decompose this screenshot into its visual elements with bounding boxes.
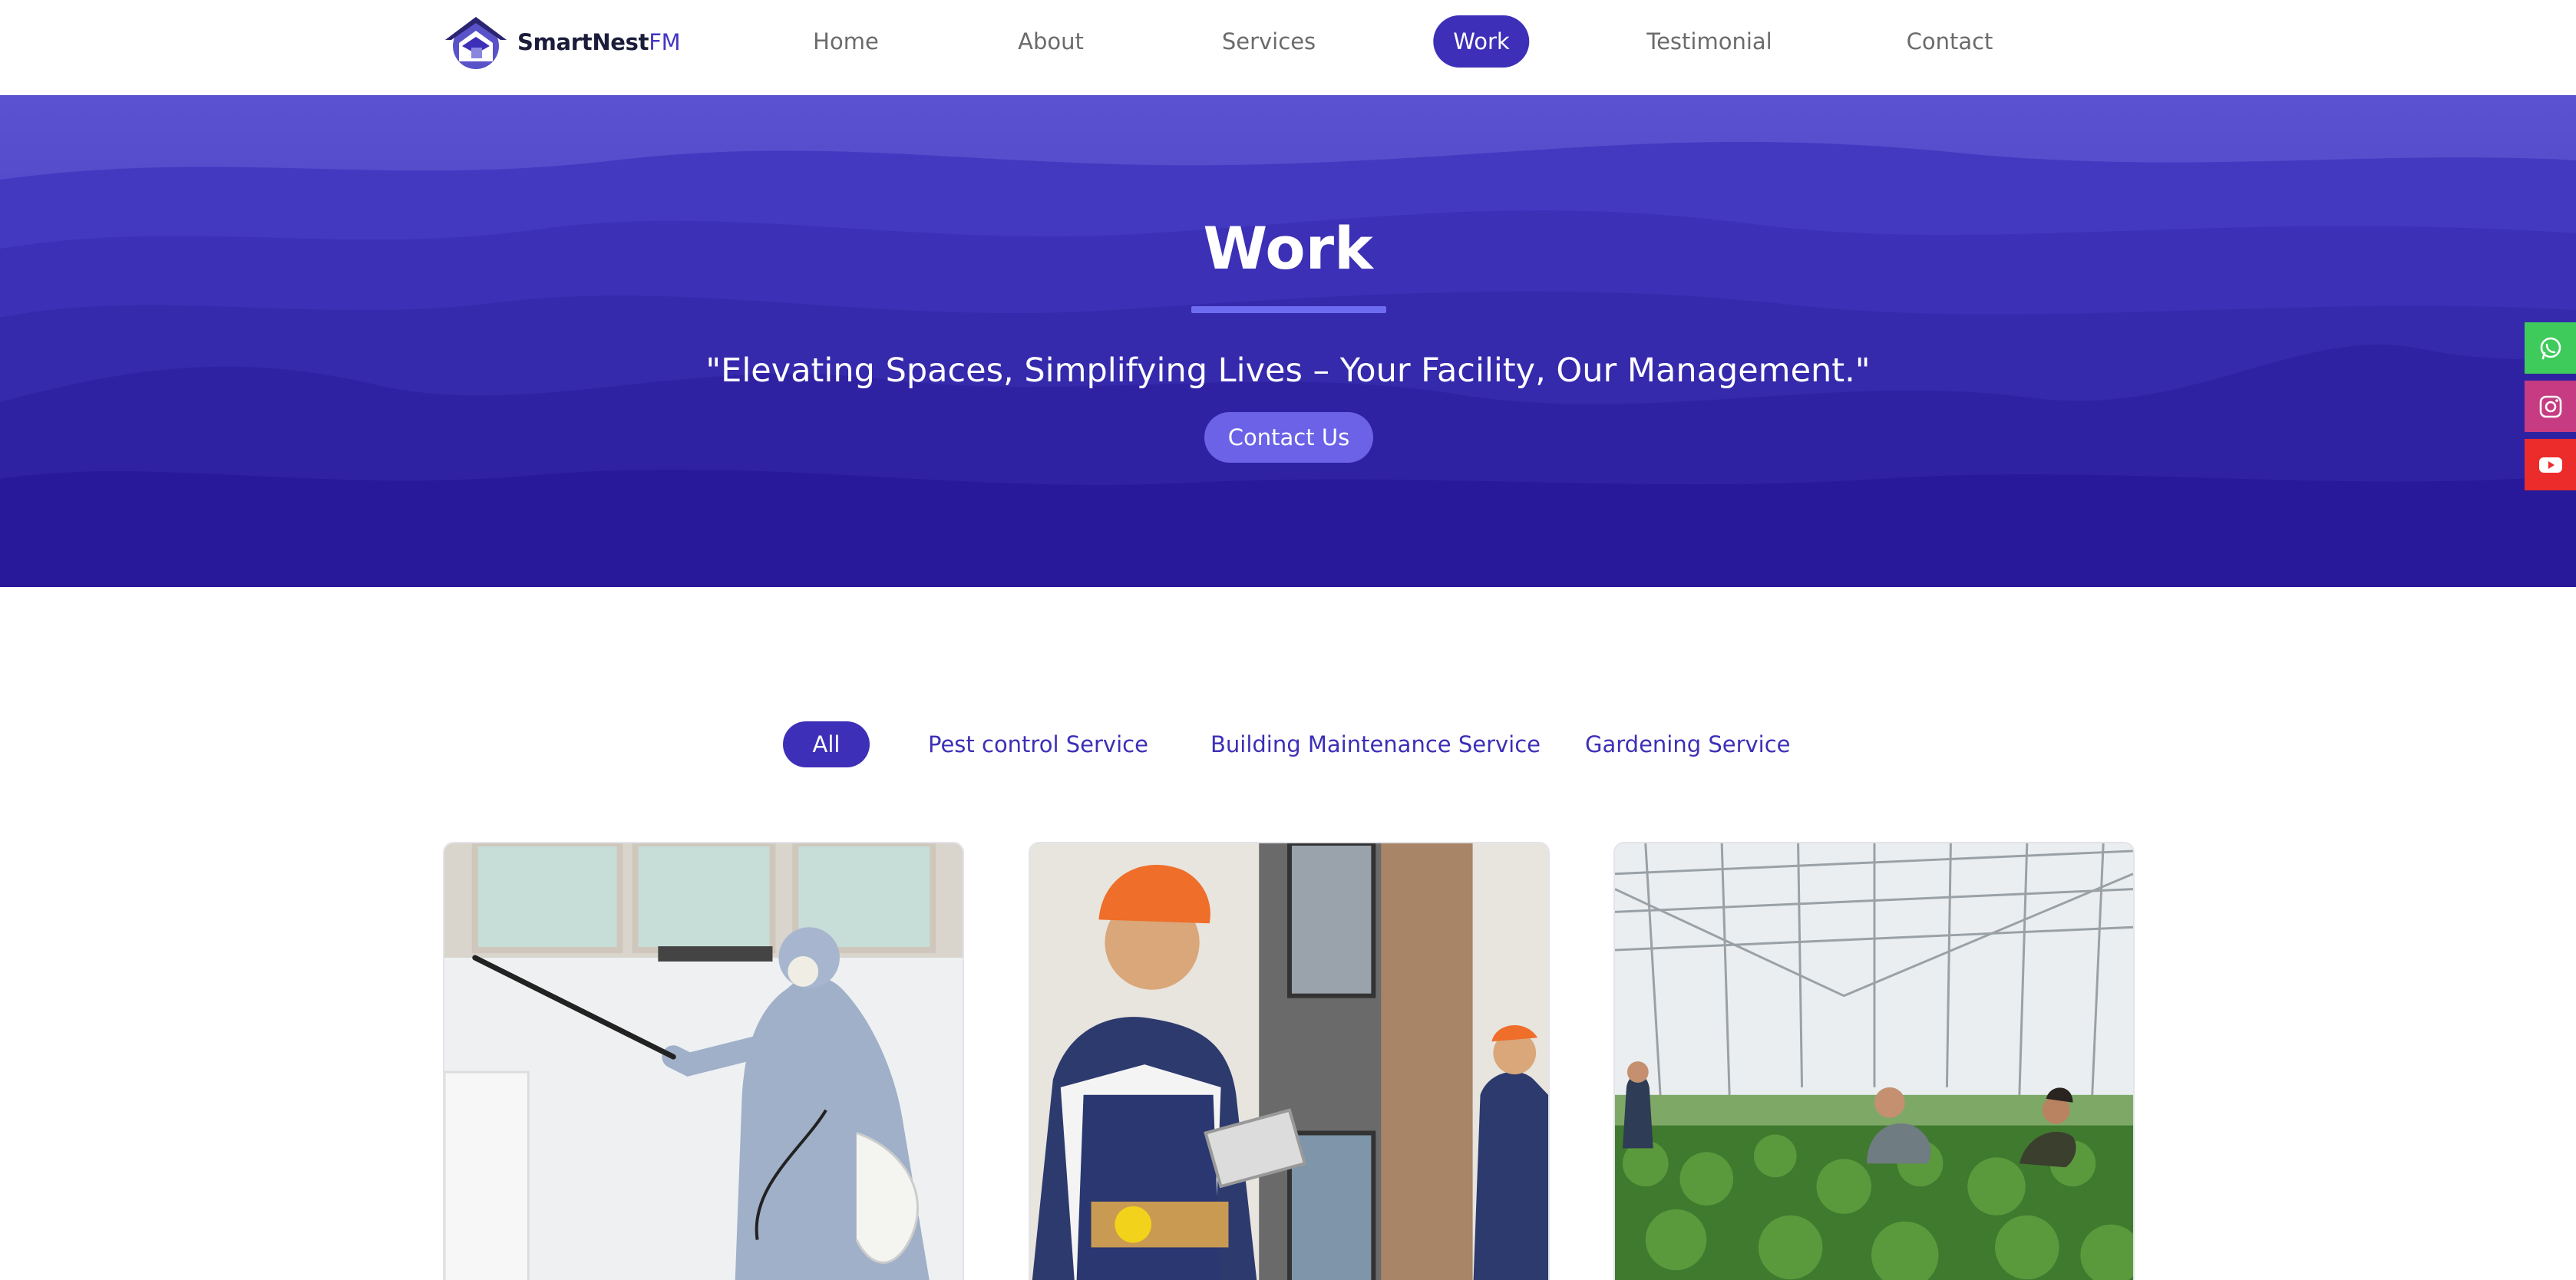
work-filter-tabs: All Pest control Service Building Mainte… <box>0 721 2576 767</box>
nav-contact[interactable]: Contact <box>1887 15 2013 68</box>
instagram-button[interactable] <box>2525 381 2576 432</box>
gardening-image <box>1615 843 2133 1280</box>
filter-building-maintenance[interactable]: Building Maintenance Service <box>1210 721 1541 767</box>
navbar: SmartNestFM Home About Services Work Tes… <box>0 0 2576 95</box>
page-title: Work <box>1203 214 1373 282</box>
nav-home[interactable]: Home <box>793 15 899 68</box>
whatsapp-button[interactable] <box>2525 322 2576 374</box>
work-card-gardening[interactable] <box>1613 842 2135 1280</box>
instagram-icon <box>2539 395 2561 417</box>
nav-about[interactable]: About <box>998 15 1104 68</box>
nav-testimonial[interactable]: Testimonial <box>1627 15 1792 68</box>
contact-us-button[interactable]: Contact Us <box>1204 412 1373 463</box>
youtube-button[interactable] <box>2525 439 2576 490</box>
work-card-pest-control[interactable] <box>443 842 964 1280</box>
youtube-icon <box>2538 457 2562 473</box>
pest-control-image <box>444 843 963 1280</box>
hero-banner: Work "Elevating Spaces, Simplifying Live… <box>0 95 2576 587</box>
nav-services[interactable]: Services <box>1202 15 1336 68</box>
whatsapp-icon <box>2540 337 2561 359</box>
title-underline <box>1191 306 1386 313</box>
filter-gardening[interactable]: Gardening Service <box>1585 721 1791 767</box>
mountain-background-image <box>0 95 2576 587</box>
nav-work[interactable]: Work <box>1433 15 1530 68</box>
hero-tagline: "Elevating Spaces, Simplifying Lives – Y… <box>705 351 1871 390</box>
main-nav: Home About Services Work Testimonial Con… <box>0 15 2576 68</box>
filter-all[interactable]: All <box>783 721 870 767</box>
work-card-building-maintenance[interactable] <box>1029 842 1550 1280</box>
filter-pest-control[interactable]: Pest control Service <box>928 721 1148 767</box>
building-maintenance-image <box>1030 843 1548 1280</box>
